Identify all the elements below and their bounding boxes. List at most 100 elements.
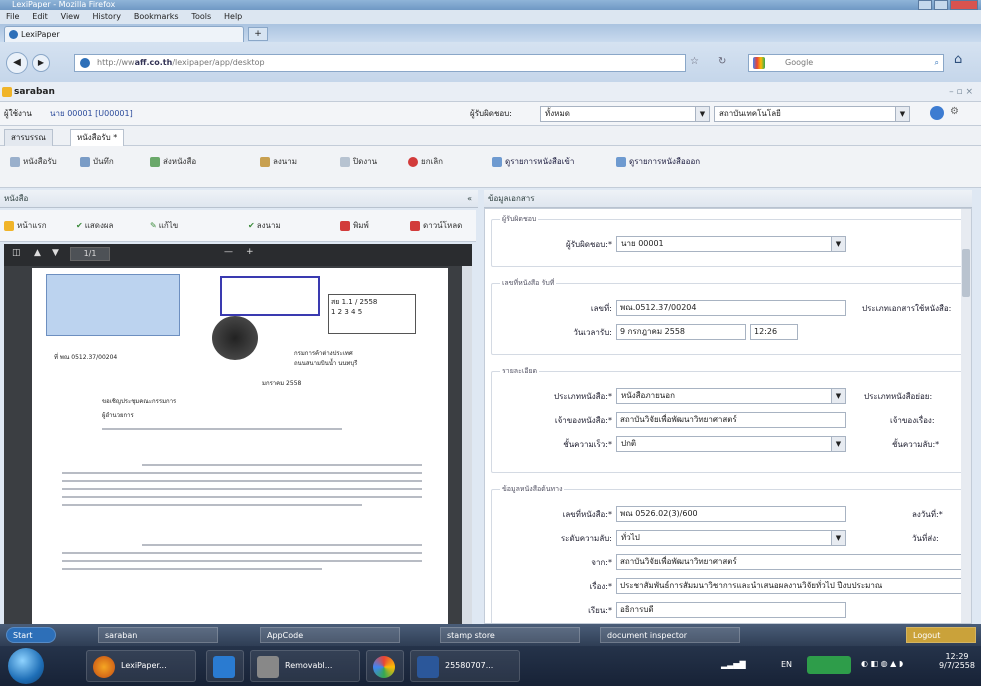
- right-pane-title: ข้อมูลเอกสาร: [488, 194, 535, 203]
- tab-saraban[interactable]: สารบรรณ: [4, 129, 53, 146]
- recv-time-field[interactable]: 12:26: [750, 324, 798, 340]
- forward-arrow-icon[interactable]: ▶: [32, 54, 50, 72]
- taskbar-word[interactable]: 25580707...: [410, 650, 520, 682]
- src-secret-select[interactable]: ทั่วไป ▼: [616, 530, 846, 546]
- src-no-field[interactable]: พณ 0526.02(3)/600: [616, 506, 846, 522]
- document-viewer[interactable]: ◫ ▲ ▼ 1/1 — + สย 1.1 / 2558 1 2 3 4 5 ที…: [4, 244, 472, 624]
- first-page-button[interactable]: หน้าแรก: [4, 218, 47, 234]
- clock-time: 12:29: [945, 652, 969, 661]
- sign-button[interactable]: ลงนาม: [260, 154, 297, 170]
- window-controls-icon[interactable]: – ▫ ×: [949, 82, 973, 102]
- print-button[interactable]: พิมพ์: [340, 218, 369, 234]
- edit-label: แก้ไข: [158, 221, 179, 230]
- taskbar-chrome[interactable]: [366, 650, 404, 682]
- clock[interactable]: 12:29 9/7/2558: [935, 652, 979, 670]
- zoom-out-icon[interactable]: —: [224, 247, 233, 257]
- unit-select[interactable]: ทั้งหมด ▼: [540, 106, 710, 122]
- search-icon[interactable]: ⌕: [935, 55, 939, 71]
- home-icon[interactable]: ⌂: [954, 52, 962, 67]
- incoming-button-label: หนังสือรับ: [23, 157, 57, 166]
- incoming-button[interactable]: หนังสือรับ: [10, 154, 57, 170]
- src-secret-label: ระดับความลับ:: [560, 534, 612, 543]
- owner-select[interactable]: นาย 00001 ▼: [616, 236, 846, 252]
- close-window-button[interactable]: [950, 0, 978, 10]
- menu-edit[interactable]: Edit: [32, 12, 48, 21]
- text-line: [62, 552, 422, 554]
- subject-field[interactable]: ประชาสัมพันธ์การสัมมนาวิชาการและนำเสนอผล…: [616, 578, 962, 594]
- reload-icon[interactable]: ↻: [718, 56, 726, 67]
- cancel-button[interactable]: ยกเลิก: [408, 154, 443, 170]
- priority-select[interactable]: ปกติ ▼: [616, 436, 846, 452]
- from-field[interactable]: สถาบันวิจัยเพื่อพัฒนาวิทยาศาสตร์: [616, 554, 962, 570]
- menu-bookmarks[interactable]: Bookmarks: [134, 12, 179, 21]
- edit-button[interactable]: ✎ แก้ไข: [150, 218, 178, 234]
- help-icon[interactable]: [930, 106, 944, 120]
- app-window-appcode[interactable]: AppCode: [260, 627, 400, 643]
- app-start-button[interactable]: Start: [6, 627, 56, 643]
- recv-date-field[interactable]: 9 กรกฎาคม 2558: [616, 324, 746, 340]
- taskbar-media[interactable]: [206, 650, 244, 682]
- doc-no-field[interactable]: พณ.0512.37/00204: [616, 300, 846, 316]
- chevron-down-icon: ▼: [831, 237, 845, 251]
- download-button[interactable]: ดาวน์โหลด: [410, 218, 462, 234]
- tab-incoming[interactable]: หนังสือรับ *: [70, 129, 125, 146]
- to-field[interactable]: อธิการบดี: [616, 602, 846, 618]
- windows-start-icon[interactable]: [8, 648, 44, 684]
- close-job-button[interactable]: ปิดงาน: [340, 154, 377, 170]
- dept-select[interactable]: สถาบันเทคโนโลยี ▼: [714, 106, 910, 122]
- form-scroll-thumb[interactable]: [962, 249, 970, 297]
- taskbar-removable[interactable]: Removabl...: [250, 650, 360, 682]
- url-bar[interactable]: http://wwaff.co.th/lexipaper/app/desktop: [74, 54, 686, 72]
- maximize-button[interactable]: [934, 0, 948, 10]
- bookmark-star-icon[interactable]: ☆: [690, 56, 699, 67]
- priority-label: ชั้นความเร็ว:*: [563, 440, 612, 449]
- sidebar-toggle-icon[interactable]: ◫: [12, 248, 21, 258]
- down-arrow-icon[interactable]: ▼: [52, 248, 59, 258]
- language-indicator[interactable]: EN: [781, 660, 792, 669]
- source-section: ข้อมูลหนังสือต้นทาง เลขที่หนังสือ:* พณ 0…: [491, 484, 965, 623]
- incoming-list-label: ดูรายการหนังสือเข้า: [505, 157, 575, 166]
- menu-view[interactable]: View: [61, 12, 80, 21]
- zoom-in-icon[interactable]: +: [246, 247, 254, 257]
- send-button[interactable]: ส่งหนังสือ: [150, 154, 196, 170]
- annotation-box[interactable]: [46, 274, 180, 336]
- viewer-toolbar: ◫ ▲ ▼ 1/1 — +: [4, 244, 472, 266]
- menu-tools[interactable]: Tools: [191, 12, 211, 21]
- network-icon[interactable]: ▂▃▅▇: [721, 660, 746, 669]
- logout-button[interactable]: Logout: [906, 627, 976, 643]
- minimize-button[interactable]: [918, 0, 932, 10]
- tray-icons[interactable]: ◐ ◧ ◍ ▲ ◗: [861, 659, 903, 668]
- viewer-scrollbar[interactable]: [462, 266, 472, 624]
- owner-org-field[interactable]: สถาบันวิจัยเพื่อพัฒนาวิทยาศาสตร์: [616, 412, 846, 428]
- battery-icon[interactable]: [807, 656, 851, 674]
- app-folder-icon: [2, 87, 12, 97]
- search-input[interactable]: Google ⌕: [748, 54, 944, 72]
- menu-file[interactable]: File: [6, 12, 19, 21]
- gear-icon[interactable]: ⚙: [950, 106, 959, 117]
- incoming-list-link[interactable]: ดูรายการหนังสือเข้า: [492, 154, 574, 170]
- page-number-input[interactable]: 1/1: [70, 247, 110, 261]
- menu-history[interactable]: History: [93, 12, 121, 21]
- display-button[interactable]: ✔ แสดงผล: [76, 218, 113, 234]
- taskbar-firefox[interactable]: LexiPaper...: [86, 650, 196, 682]
- app-window-inspector[interactable]: document inspector: [600, 627, 740, 643]
- approve-button[interactable]: ✔ ลงนาม: [248, 218, 281, 234]
- save-button[interactable]: บันทึก: [80, 154, 114, 170]
- collapse-icon[interactable]: «: [467, 190, 472, 208]
- browser-tab[interactable]: LexiPaper: [4, 26, 244, 42]
- menu-help[interactable]: Help: [224, 12, 242, 21]
- details-legend: รายละเอียด: [500, 366, 540, 377]
- app-window-stamp[interactable]: stamp store: [440, 627, 580, 643]
- new-tab-button[interactable]: +: [248, 27, 268, 41]
- form-scrollbar[interactable]: [961, 209, 971, 623]
- category-select[interactable]: หนังสือภายนอก ▼: [616, 388, 846, 404]
- outgoing-list-link[interactable]: ดูรายการหนังสือออก: [616, 154, 700, 170]
- up-arrow-icon[interactable]: ▲: [34, 248, 41, 258]
- taskbar-removable-label: Removabl...: [285, 661, 333, 670]
- user-link[interactable]: นาย 00001 [U00001]: [50, 107, 133, 120]
- priority-value: ปกติ: [621, 439, 637, 448]
- back-arrow-icon[interactable]: ◀: [6, 52, 28, 74]
- browser-tabbar: LexiPaper +: [0, 24, 981, 42]
- left-pane-title: หนังสือ: [4, 194, 29, 203]
- app-window-saraban[interactable]: saraban: [98, 627, 218, 643]
